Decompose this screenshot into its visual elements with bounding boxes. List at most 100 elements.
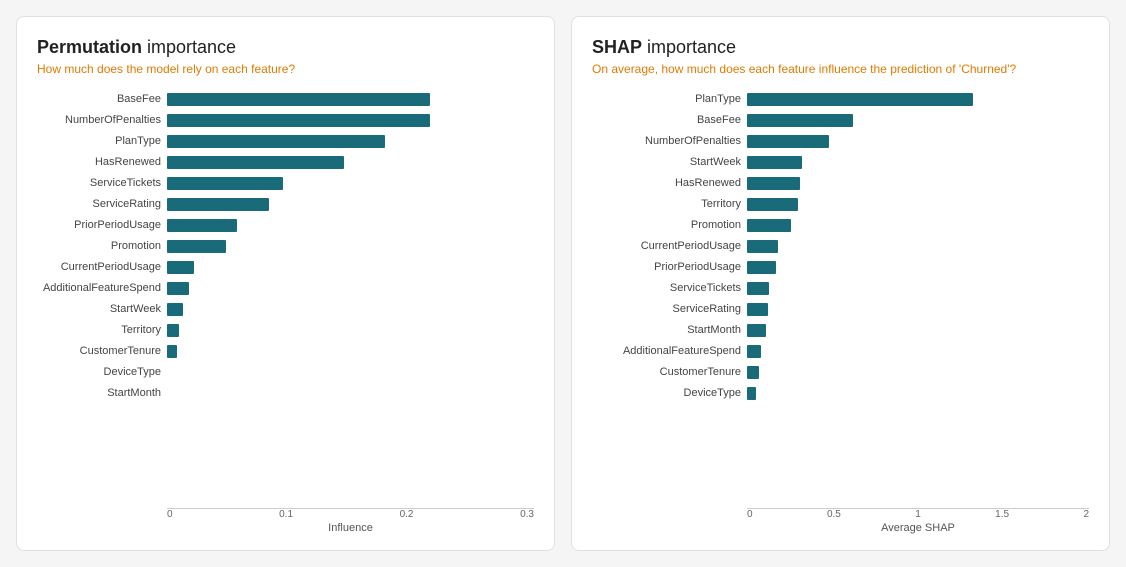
- bar-row: StartWeek: [37, 300, 534, 318]
- bar-label: ServiceRating: [37, 198, 167, 210]
- bar-fill: [167, 345, 177, 358]
- bar-label: ServiceTickets: [592, 282, 747, 294]
- bar-track: [747, 345, 1089, 358]
- bar-label: CurrentPeriodUsage: [37, 261, 167, 273]
- bar-row: PlanType: [592, 90, 1089, 108]
- bar-row: CurrentPeriodUsage: [37, 258, 534, 276]
- bar-fill: [747, 282, 769, 295]
- axis-tick: 1: [915, 509, 921, 520]
- axis-tick: 0.2: [400, 509, 414, 520]
- bar-fill: [747, 93, 973, 106]
- shap-title-bold: SHAP: [592, 37, 642, 57]
- permutation-title-rest: importance: [142, 37, 236, 57]
- bar-track: [747, 156, 1089, 169]
- bar-track: [167, 345, 534, 358]
- bar-track: [167, 366, 534, 379]
- bars-container: PlanType BaseFee NumberOfPenalties StartWee…: [592, 90, 1089, 500]
- bar-label: CustomerTenure: [37, 345, 167, 357]
- bar-label: DeviceType: [37, 366, 167, 378]
- bar-fill: [167, 177, 283, 190]
- bar-row: ServiceRating: [37, 195, 534, 213]
- bar-row: PlanType: [37, 132, 534, 150]
- bar-row: Territory: [592, 195, 1089, 213]
- bar-row: StartMonth: [37, 384, 534, 402]
- bar-track: [167, 93, 534, 106]
- permutation-importance-card: Permutation importance How much does the…: [16, 16, 555, 551]
- bar-track: [167, 177, 534, 190]
- bar-fill: [167, 303, 183, 316]
- bar-label: Promotion: [37, 240, 167, 252]
- shap-title: SHAP importance: [592, 37, 1089, 58]
- bar-label: PriorPeriodUsage: [37, 219, 167, 231]
- bar-row: PriorPeriodUsage: [37, 216, 534, 234]
- bar-label: BaseFee: [37, 93, 167, 105]
- bar-track: [167, 114, 534, 127]
- bar-row: Promotion: [592, 216, 1089, 234]
- bar-track: [167, 282, 534, 295]
- bar-row: ServiceTickets: [37, 174, 534, 192]
- shap-importance-card: SHAP importance On average, how much doe…: [571, 16, 1110, 551]
- axis-area: 00.10.20.3Influence: [37, 504, 534, 534]
- bar-track: [167, 387, 534, 400]
- axis-tick: 0: [747, 509, 753, 520]
- bar-fill: [167, 93, 430, 106]
- bar-row: CurrentPeriodUsage: [592, 237, 1089, 255]
- axis-label: Influence: [37, 522, 534, 534]
- bar-track: [747, 114, 1089, 127]
- bar-row: DeviceType: [37, 363, 534, 381]
- shap-title-rest: importance: [642, 37, 736, 57]
- bar-track: [167, 156, 534, 169]
- bar-row: BaseFee: [37, 90, 534, 108]
- bar-row: Promotion: [37, 237, 534, 255]
- bar-row: AdditionalFeatureSpend: [37, 279, 534, 297]
- bar-label: NumberOfPenalties: [592, 135, 747, 147]
- permutation-subtitle: How much does the model rely on each fea…: [37, 62, 534, 76]
- bar-fill: [167, 198, 269, 211]
- bar-label: Territory: [592, 198, 747, 210]
- bar-row: Territory: [37, 321, 534, 339]
- bar-fill: [747, 387, 756, 400]
- bar-row: DeviceType: [592, 384, 1089, 402]
- bar-track: [747, 240, 1089, 253]
- permutation-chart: BaseFeeNumberOfPenaltiesPlanTypeHasRenew…: [37, 90, 534, 534]
- bar-label: StartMonth: [37, 387, 167, 399]
- bar-fill: [747, 366, 759, 379]
- bar-row: NumberOfPenalties: [592, 132, 1089, 150]
- bar-label: NumberOfPenalties: [37, 114, 167, 126]
- bar-fill: [167, 282, 189, 295]
- bar-row: CustomerTenure: [37, 342, 534, 360]
- bar-label: StartMonth: [592, 324, 747, 336]
- bar-fill: [167, 135, 385, 148]
- bar-fill: [747, 135, 829, 148]
- axis-tick: 0.1: [279, 509, 293, 520]
- bar-track: [747, 387, 1089, 400]
- bar-label: StartWeek: [37, 303, 167, 315]
- bar-label: StartWeek: [592, 156, 747, 168]
- bar-track: [167, 303, 534, 316]
- bar-track: [747, 366, 1089, 379]
- bar-label: CustomerTenure: [592, 366, 747, 378]
- bar-track: [747, 135, 1089, 148]
- bar-label: PriorPeriodUsage: [592, 261, 747, 273]
- bar-fill: [167, 219, 237, 232]
- bar-track: [167, 198, 534, 211]
- shap-chart: PlanType BaseFee NumberOfPenalties StartWee…: [592, 90, 1089, 534]
- bar-row: StartMonth: [592, 321, 1089, 339]
- bar-fill: [747, 261, 776, 274]
- shap-subtitle: On average, how much does each feature i…: [592, 62, 1089, 76]
- bar-track: [747, 282, 1089, 295]
- bar-track: [747, 198, 1089, 211]
- bar-label: BaseFee: [592, 114, 747, 126]
- axis-tick: 2: [1083, 509, 1089, 520]
- permutation-title: Permutation importance: [37, 37, 534, 58]
- axis-tick: 0.3: [520, 509, 534, 520]
- bar-fill: [747, 345, 761, 358]
- axis-label: Average SHAP: [592, 522, 1089, 534]
- bar-row: AdditionalFeatureSpend: [592, 342, 1089, 360]
- axis-tick: 1.5: [995, 509, 1009, 520]
- bar-label: Promotion: [592, 219, 747, 231]
- axis-tick: 0.5: [827, 509, 841, 520]
- bar-label: AdditionalFeatureSpend: [37, 282, 167, 294]
- bar-track: [747, 219, 1089, 232]
- bar-fill: [747, 303, 768, 316]
